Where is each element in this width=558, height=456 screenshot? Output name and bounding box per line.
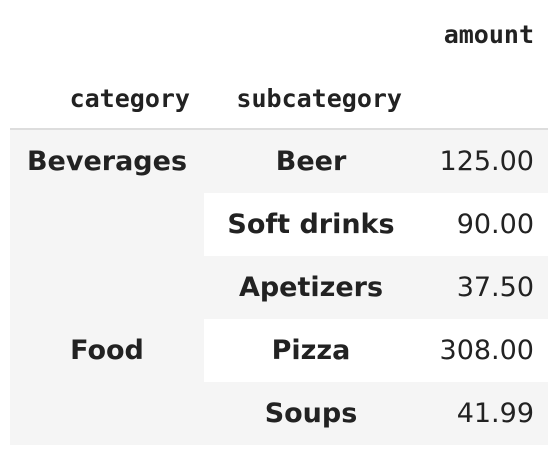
blank-header-cell xyxy=(204,0,418,68)
subcategory-index-header: subcategory xyxy=(204,68,418,130)
amount-cell: 41.99 xyxy=(418,382,548,445)
table-row: Soft drinks 90.00 xyxy=(10,193,548,256)
column-header-row: amount xyxy=(10,0,548,68)
category-cell: Beverages xyxy=(10,129,204,193)
table-body: Beverages Beer 125.00 Soft drinks 90.00 … xyxy=(10,129,548,445)
table-row: Food Apetizers 37.50 xyxy=(10,256,548,445)
subcategory-cell: Apetizers xyxy=(204,256,418,319)
subcategory-cell: Pizza xyxy=(204,319,418,382)
subcategory-cell: Soft drinks xyxy=(204,193,418,256)
blank-header-cell xyxy=(418,68,548,130)
subcategory-cell: Soups xyxy=(204,382,418,445)
dataframe-table: amount category subcategory Beverages Be… xyxy=(10,0,548,445)
amount-cell: 90.00 xyxy=(418,193,548,256)
category-index-header: category xyxy=(10,68,204,130)
amount-column-header: amount xyxy=(443,19,534,49)
subcategory-cell: Beer xyxy=(204,129,418,193)
amount-cell: 37.50 xyxy=(418,256,548,319)
amount-cell: 125.00 xyxy=(418,129,548,193)
category-cell: Food xyxy=(10,256,204,445)
table-header: amount category subcategory xyxy=(10,0,548,130)
dataframe-table-container: amount category subcategory Beverages Be… xyxy=(10,0,548,445)
blank-header-cell xyxy=(10,0,204,68)
table-row: Beverages Beer 125.00 xyxy=(10,129,548,193)
amount-cell: 308.00 xyxy=(418,319,548,382)
category-cell xyxy=(10,193,204,256)
index-header-row: category subcategory xyxy=(10,68,548,130)
